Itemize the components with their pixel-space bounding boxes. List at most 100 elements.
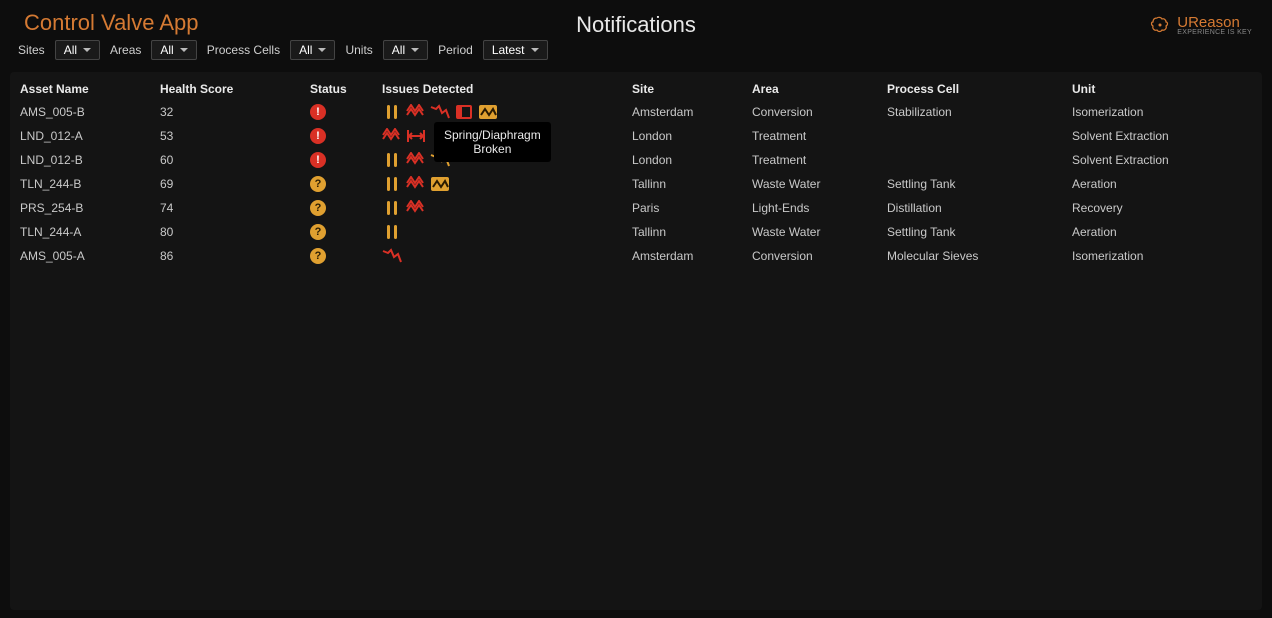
col-header-unit[interactable]: Unit	[1072, 82, 1252, 96]
cell-site: Tallinn	[632, 177, 752, 191]
filter-units-value: All	[392, 43, 405, 57]
table-row[interactable]: TLN_244-A80?TallinnWaste WaterSettling T…	[10, 220, 1262, 244]
cell-health: 32	[160, 105, 310, 119]
filter-bar: Sites All Areas All Process Cells All Un…	[16, 40, 548, 60]
cell-asset: TLN_244-B	[20, 177, 160, 191]
notifications-table: Asset Name Health Score Status Issues De…	[10, 72, 1262, 610]
filter-areas-dropdown[interactable]: All	[151, 40, 196, 60]
filter-cells-value: All	[299, 43, 312, 57]
filter-label-sites: Sites	[16, 43, 47, 57]
filter-label-units: Units	[343, 43, 374, 57]
stuck-red-icon[interactable]	[454, 104, 474, 120]
cell-status: ?	[310, 248, 382, 264]
cell-process-cell: Stabilization	[887, 105, 1072, 119]
col-header-site[interactable]: Site	[632, 82, 752, 96]
zigzag-red-icon[interactable]	[406, 200, 426, 216]
cell-status: ?	[310, 200, 382, 216]
oscillation-bars-icon[interactable]	[382, 176, 402, 192]
oscillation-bars-icon[interactable]	[382, 104, 402, 120]
table-row[interactable]: LND_012-B60! LondonTreatment Solvent Extra…	[10, 148, 1262, 172]
table-row[interactable]: AMS_005-A86?AmsterdamConversionMolecular…	[10, 244, 1262, 268]
zigzag-orange-icon[interactable]	[478, 104, 498, 120]
filter-sites-dropdown[interactable]: All	[55, 40, 100, 60]
cell-unit: Isomerization	[1072, 105, 1252, 119]
page-title: Notifications	[576, 12, 696, 38]
oscillation-bars-icon[interactable]	[382, 224, 402, 240]
cell-asset: PRS_254-B	[20, 201, 160, 215]
cell-unit: Aeration	[1072, 177, 1252, 191]
cell-site: London	[632, 129, 752, 143]
col-header-status[interactable]: Status	[310, 82, 382, 96]
cell-issues	[382, 224, 632, 240]
oscillation-bars-icon[interactable]	[382, 200, 402, 216]
alert-icon[interactable]: !	[310, 104, 326, 120]
table-row[interactable]: PRS_254-B74?ParisLight-EndsDistillationR…	[10, 196, 1262, 220]
cell-issues: Spring/DiaphragmBroken	[382, 128, 632, 144]
zigzag-orange-icon[interactable]	[430, 176, 450, 192]
cell-unit: Solvent Extraction	[1072, 153, 1252, 167]
col-header-area[interactable]: Area	[752, 82, 887, 96]
cell-site: Amsterdam	[632, 249, 752, 263]
col-header-cell[interactable]: Process Cell	[887, 82, 1072, 96]
cell-health: 86	[160, 249, 310, 263]
cell-status: !	[310, 104, 382, 120]
zigzag-red-icon[interactable]	[382, 128, 402, 144]
cell-area: Light-Ends	[752, 201, 887, 215]
filter-label-cells: Process Cells	[205, 43, 282, 57]
cell-area: Conversion	[752, 105, 887, 119]
chevron-down-icon	[83, 48, 91, 52]
brand-tagline: EXPERIENCE IS KEY	[1177, 29, 1252, 36]
cell-asset: LND_012-A	[20, 129, 160, 143]
cell-area: Treatment	[752, 129, 887, 143]
col-header-health[interactable]: Health Score	[160, 82, 310, 96]
warning-icon[interactable]: ?	[310, 248, 326, 264]
cell-issues	[382, 200, 632, 216]
cell-issues	[382, 104, 632, 120]
filter-areas-value: All	[160, 43, 173, 57]
zigzag-red-icon[interactable]	[406, 104, 426, 120]
cell-process-cell: Settling Tank	[887, 177, 1072, 191]
chevron-down-icon	[318, 48, 326, 52]
drift-down-red-icon[interactable]	[382, 248, 402, 264]
zigzag-red-icon[interactable]	[406, 152, 426, 168]
app-title: Control Valve App	[24, 10, 548, 36]
cell-site: Amsterdam	[632, 105, 752, 119]
cell-health: 53	[160, 129, 310, 143]
cell-site: London	[632, 153, 752, 167]
table-row[interactable]: AMS_005-B32! AmsterdamConversionStabiliza…	[10, 100, 1262, 124]
drift-down-red-icon[interactable]	[430, 104, 450, 120]
warning-icon[interactable]: ?	[310, 176, 326, 192]
cell-unit: Isomerization	[1072, 249, 1252, 263]
cell-area: Conversion	[752, 249, 887, 263]
cell-health: 69	[160, 177, 310, 191]
alert-icon[interactable]: !	[310, 128, 326, 144]
cell-area: Treatment	[752, 153, 887, 167]
cell-status: ?	[310, 224, 382, 240]
cell-asset: AMS_005-B	[20, 105, 160, 119]
chevron-down-icon	[411, 48, 419, 52]
oscillation-bars-icon[interactable]	[382, 152, 402, 168]
filter-period-value: Latest	[492, 43, 525, 57]
zigzag-red-icon[interactable]	[406, 176, 426, 192]
chevron-down-icon	[180, 48, 188, 52]
spring-broken-icon[interactable]	[406, 128, 426, 144]
filter-sites-value: All	[64, 43, 77, 57]
warning-icon[interactable]: ?	[310, 224, 326, 240]
filter-cells-dropdown[interactable]: All	[290, 40, 335, 60]
filter-units-dropdown[interactable]: All	[383, 40, 428, 60]
cell-health: 60	[160, 153, 310, 167]
col-header-issues[interactable]: Issues Detected	[382, 82, 632, 96]
alert-icon[interactable]: !	[310, 152, 326, 168]
table-row[interactable]: TLN_244-B69?TallinnWaste WaterSettling T…	[10, 172, 1262, 196]
cell-asset: TLN_244-A	[20, 225, 160, 239]
cell-issues	[382, 176, 632, 192]
filter-period-dropdown[interactable]: Latest	[483, 40, 548, 60]
warning-icon[interactable]: ?	[310, 200, 326, 216]
cell-unit: Aeration	[1072, 225, 1252, 239]
cell-asset: LND_012-B	[20, 153, 160, 167]
cell-asset: AMS_005-A	[20, 249, 160, 263]
table-row[interactable]: LND_012-A53! Spring/DiaphragmBrokenLondon…	[10, 124, 1262, 148]
brand-logo[interactable]: UReason EXPERIENCE IS KEY	[1149, 14, 1252, 36]
cell-issues	[382, 248, 632, 264]
col-header-asset[interactable]: Asset Name	[20, 82, 160, 96]
